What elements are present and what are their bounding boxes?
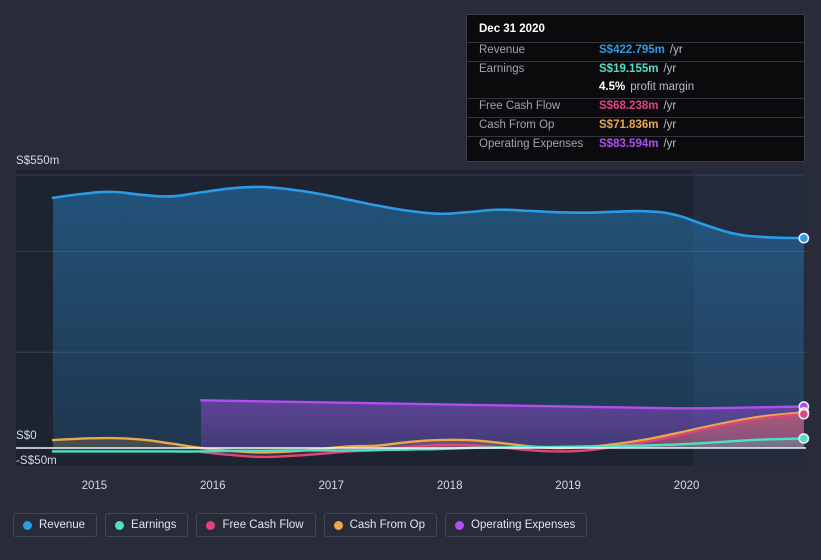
- x-axis-label-2015: 2015: [81, 480, 108, 492]
- tooltip-row-value: S$19.155m: [599, 63, 659, 75]
- tooltip-row-label: Operating Expenses: [479, 138, 584, 150]
- legend-item-earnings[interactable]: Earnings: [105, 513, 189, 537]
- tooltip-row-label: Free Cash Flow: [479, 100, 561, 112]
- series-areas: [52, 186, 804, 457]
- endpoint-marker-earnings[interactable]: [798, 433, 810, 444]
- y-axis-label-min: -S$50m: [16, 455, 57, 467]
- x-axis-label-2018: 2018: [436, 480, 463, 492]
- tooltip-row-value: S$71.836m: [599, 119, 659, 131]
- tooltip-row: Revenue S$422.795m/yr: [467, 42, 804, 61]
- x-axis-label-2016: 2016: [200, 480, 226, 492]
- tooltip-row: 4.5% profit margin: [467, 80, 804, 98]
- tooltip-row: Earnings S$19.155m/yr: [467, 61, 804, 80]
- legend-item-revenue[interactable]: Revenue: [13, 513, 98, 537]
- financial-performance-chart: S$550m S$0 -S$50m 2015 2016 2017 2018 2019 20…: [0, 0, 821, 560]
- tooltip-row: Operating Expenses S$83.594m/yr: [467, 136, 804, 155]
- tooltip-row-unit: profit margin: [630, 81, 695, 93]
- legend-color-dot: [206, 520, 216, 530]
- legend-color-dot: [115, 520, 125, 530]
- legend-item-operating-expenses[interactable]: Operating Expenses: [445, 513, 588, 537]
- tooltip-row-value: S$68.238m: [599, 100, 659, 112]
- endpoint-marker-free-cash-flow[interactable]: [798, 408, 810, 420]
- tooltip-row-unit: /yr: [663, 119, 677, 131]
- x-axis-label-2020: 2020: [673, 480, 700, 492]
- y-axis-label-max: S$550m: [16, 155, 60, 167]
- tooltip-date: Dec 31 2020: [479, 23, 545, 35]
- legend-item-label: Cash From Op: [349, 519, 426, 531]
- legend-color-dot: [23, 520, 32, 530]
- legend-item-label: Earnings: [131, 519, 177, 531]
- legend-color-dot: [455, 520, 465, 530]
- legend-item-free-cash-flow[interactable]: Free Cash Flow: [196, 513, 316, 537]
- y-axis-label-zero: S$0: [16, 430, 37, 442]
- legend-item-label: Revenue: [39, 519, 86, 531]
- tooltip-row-unit: /yr: [663, 63, 677, 75]
- tooltip-row-value: 4.5%: [599, 81, 626, 93]
- tooltip-row-unit: /yr: [663, 100, 677, 112]
- tooltip-row-label: Revenue: [479, 44, 526, 56]
- tooltip-row: Free Cash Flow S$68.238m/yr: [467, 98, 804, 117]
- chart-legend: Revenue Earnings Free Cash Flow Cash From O…: [13, 513, 588, 537]
- endpoint-marker-revenue[interactable]: [798, 232, 810, 244]
- legend-item-cash-from-op[interactable]: Cash From Op: [323, 513, 438, 537]
- tooltip-row-unit: /yr: [669, 44, 683, 56]
- legend-item-label: Operating Expenses: [471, 519, 576, 531]
- tooltip-row-value: S$422.795m: [599, 44, 665, 56]
- data-tooltip: Dec 31 2020 Revenue S$422.795m/yr Earnings…: [466, 14, 805, 162]
- legend-color-dot: [333, 520, 343, 530]
- tooltip-row-unit: /yr: [663, 138, 677, 150]
- x-axis-label-2017: 2017: [318, 480, 345, 492]
- x-axis-label-2019: 2019: [555, 480, 581, 492]
- tooltip-rows: Revenue S$422.795m/yr Earnings S$19.155m/yr…: [467, 42, 804, 155]
- tooltip-row-label: Earnings: [479, 63, 525, 75]
- tooltip-row-label: Cash From Op: [479, 119, 555, 131]
- tooltip-row-value: S$83.594m: [599, 138, 659, 150]
- tooltip-row: Cash From Op S$71.836m/yr: [467, 117, 804, 136]
- legend-item-label: Free Cash Flow: [222, 519, 304, 531]
